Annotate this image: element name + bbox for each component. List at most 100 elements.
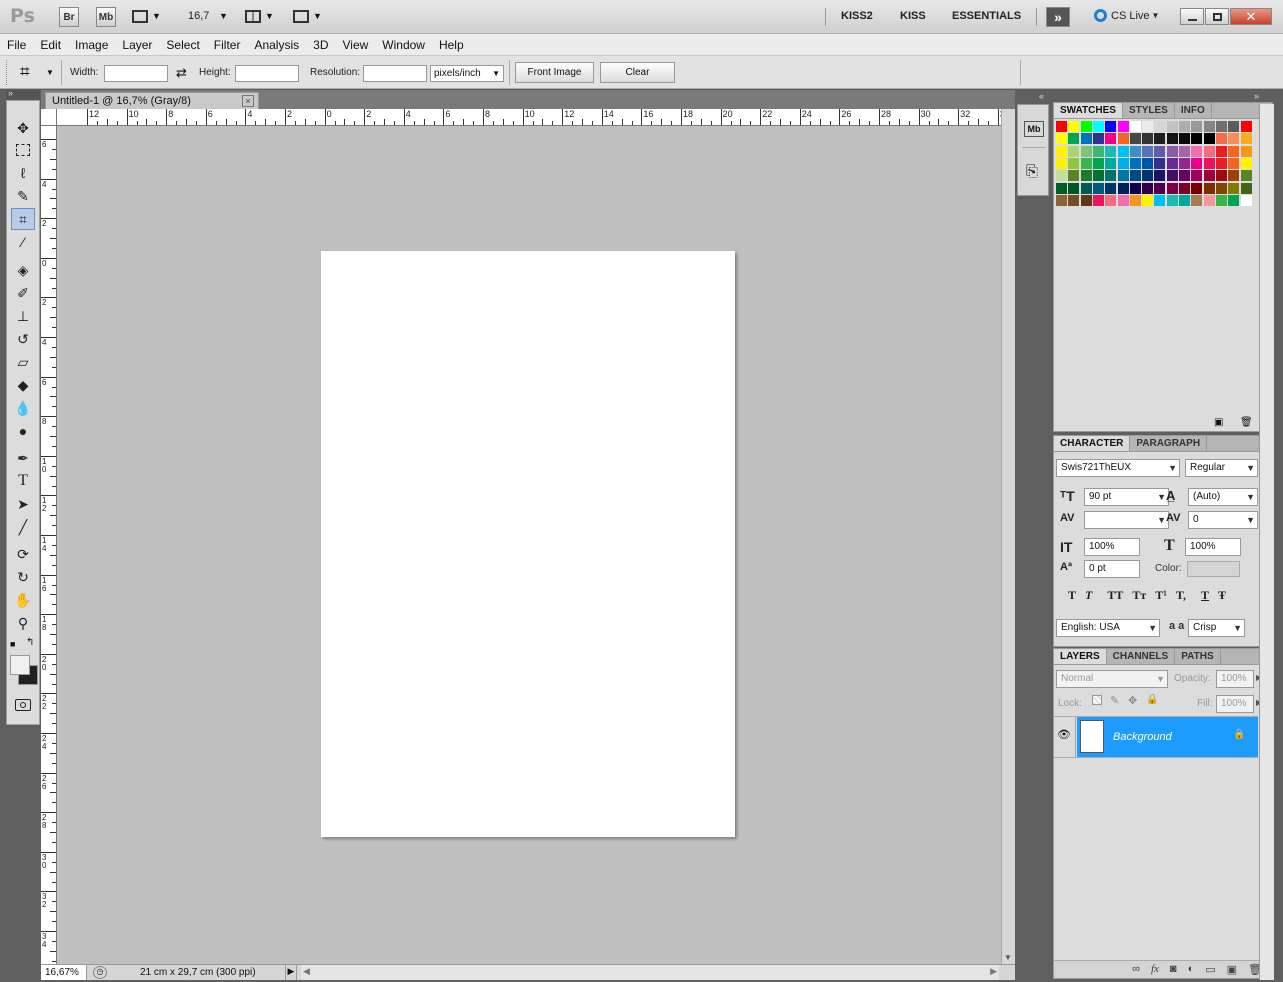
swatch[interactable] <box>1068 121 1080 132</box>
marquee-tool-icon[interactable] <box>11 139 35 161</box>
collapse-to-icons-icon[interactable]: » <box>1254 91 1259 101</box>
tab-paragraph[interactable]: PARAGRAPH <box>1130 436 1208 451</box>
swatch[interactable] <box>1240 170 1252 182</box>
swatch[interactable] <box>1117 145 1129 157</box>
document-page[interactable] <box>321 251 735 837</box>
swatch[interactable] <box>1117 133 1129 145</box>
paint-bucket-tool-icon[interactable]: ◆ <box>11 374 35 396</box>
swatch[interactable] <box>1166 121 1178 132</box>
swatch[interactable] <box>1056 133 1067 145</box>
swatch[interactable] <box>1129 157 1141 169</box>
group-icon[interactable]: ▭ <box>1205 963 1215 976</box>
mask-icon[interactable]: ◙ <box>1170 963 1177 976</box>
font-style-select[interactable]: Regular ▼ <box>1185 459 1258 477</box>
brush-tool-icon[interactable]: ✐ <box>11 282 35 304</box>
swatch[interactable] <box>1129 194 1141 206</box>
swatch[interactable] <box>1215 182 1227 194</box>
fill-input[interactable]: 100% <box>1216 695 1254 713</box>
resolution-unit-select[interactable]: pixels/inch ▼ <box>430 65 504 82</box>
lock-position-icon[interactable]: ✥ <box>1128 694 1137 707</box>
menu-layer[interactable]: Layer <box>122 38 152 52</box>
swatch[interactable] <box>1154 133 1166 145</box>
tab-character[interactable]: CHARACTER <box>1054 436 1131 451</box>
panels-scrollbar[interactable] <box>1259 104 1274 980</box>
swatch[interactable] <box>1117 170 1129 182</box>
tab-info[interactable]: INFO <box>1175 103 1212 118</box>
swatch[interactable] <box>1154 194 1166 206</box>
subscript-button[interactable]: T, <box>1176 588 1186 603</box>
swatch[interactable] <box>1215 194 1227 206</box>
status-menu-arrow-icon[interactable]: ▶ <box>285 965 297 980</box>
new-layer-icon[interactable]: ▣ <box>1227 963 1237 976</box>
leading-input[interactable]: (Auto) ▼ <box>1188 488 1258 506</box>
font-size-input[interactable]: 90 pt ▼ <box>1084 488 1169 506</box>
swatch[interactable] <box>1092 121 1104 132</box>
swatch[interactable] <box>1228 182 1240 194</box>
3d-orbit-tool-icon[interactable]: ↻ <box>11 566 35 588</box>
swatch[interactable] <box>1191 157 1203 169</box>
tab-channels[interactable]: CHANNELS <box>1107 649 1176 664</box>
menu-view[interactable]: View <box>342 38 368 52</box>
swatch[interactable] <box>1080 194 1092 206</box>
swatch[interactable] <box>1240 121 1252 132</box>
swatch[interactable] <box>1179 170 1190 182</box>
scroll-down-icon[interactable]: ▼ <box>1004 953 1012 962</box>
vertical-ruler[interactable]: 6 4 2 0 2 4 6 8 1 0 1 2 1 4 1 6 1 8 2 0 2 2 2 4 2 6 2 8 3 … <box>41 126 57 964</box>
trash-icon[interactable]: 🗑 <box>1240 417 1253 428</box>
view-extras-dropdown[interactable]: ▼ <box>132 8 166 26</box>
foreground-color-swatch[interactable] <box>10 655 30 675</box>
document-tab[interactable]: Untitled-1 @ 16,7% (Gray/8) × <box>45 92 259 109</box>
path-selection-tool-icon[interactable]: ➤ <box>11 493 35 515</box>
document-vertical-scrollbar[interactable]: ▼ <box>1001 109 1015 964</box>
swatch[interactable] <box>1142 145 1154 157</box>
eraser-tool-icon[interactable]: ▱ <box>11 351 35 373</box>
swatch[interactable] <box>1068 182 1080 194</box>
canvas-area[interactable] <box>57 126 1001 964</box>
menu-file[interactable]: File <box>7 38 26 52</box>
swatch[interactable] <box>1154 170 1166 182</box>
new-swatch-icon[interactable]: ▣ <box>1214 417 1223 428</box>
swatch[interactable] <box>1117 182 1129 194</box>
swatch[interactable] <box>1129 145 1141 157</box>
default-colors-icon[interactable]: ■ <box>10 639 15 649</box>
swatch[interactable] <box>1092 170 1104 182</box>
swatch[interactable] <box>1179 121 1190 132</box>
resolution-input[interactable] <box>363 65 427 82</box>
swatch[interactable] <box>1105 194 1117 206</box>
faux-bold-button[interactable]: T <box>1068 588 1076 603</box>
tab-layers[interactable]: LAYERS <box>1054 649 1107 664</box>
swatch[interactable] <box>1179 182 1190 194</box>
swatch[interactable] <box>1228 121 1240 132</box>
mini-bridge-panel-icon[interactable]: Mb <box>1024 121 1044 137</box>
swatch[interactable] <box>1228 133 1240 145</box>
swatch[interactable] <box>1215 145 1227 157</box>
all-caps-button[interactable]: TT <box>1107 588 1123 603</box>
swatch[interactable] <box>1215 157 1227 169</box>
vertical-scale-input[interactable]: 100% <box>1084 538 1140 556</box>
menu-help[interactable]: Help <box>439 38 464 52</box>
history-panel-icon[interactable]: ⎘ <box>1026 163 1038 180</box>
more-workspaces-button[interactable]: » <box>1046 7 1070 27</box>
font-family-select[interactable]: Swis721ThEUX ▼ <box>1056 459 1180 477</box>
workspace-kiss2[interactable]: KISS2 <box>841 10 873 22</box>
swatch[interactable] <box>1056 194 1067 206</box>
swatch[interactable] <box>1056 170 1067 182</box>
mini-bridge-button[interactable]: Mb <box>96 7 116 27</box>
swatch[interactable] <box>1080 170 1092 182</box>
horizontal-scale-input[interactable]: 100% <box>1185 538 1241 556</box>
screen-mode-dropdown[interactable]: ▼ <box>293 8 327 26</box>
arrange-documents-dropdown[interactable]: ▼ <box>245 8 279 26</box>
swatch[interactable] <box>1179 133 1190 145</box>
swatch[interactable] <box>1215 121 1227 132</box>
swatch[interactable] <box>1129 182 1141 194</box>
crop-tool-preset-icon[interactable]: ⌗ <box>20 62 30 82</box>
underline-button[interactable]: T <box>1201 588 1209 603</box>
swatch[interactable] <box>1203 145 1215 157</box>
swatch[interactable] <box>1191 121 1203 132</box>
adjustment-icon[interactable]: ◐ <box>1188 963 1195 976</box>
swatch[interactable] <box>1142 170 1154 182</box>
swatch[interactable] <box>1068 157 1080 169</box>
swatch[interactable] <box>1240 182 1252 194</box>
swatch[interactable] <box>1228 145 1240 157</box>
workspace-essentials[interactable]: ESSENTIALS <box>952 10 1021 22</box>
